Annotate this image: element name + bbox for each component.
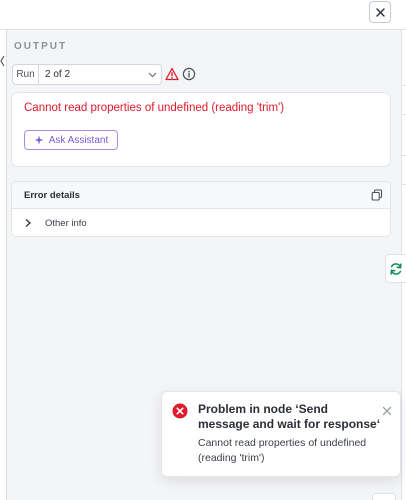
left-panel-edge	[0, 30, 7, 500]
chevron-right-icon	[25, 219, 31, 227]
error-details-title: Error details	[24, 190, 80, 201]
copy-icon[interactable]	[371, 189, 383, 201]
warning-icon	[165, 67, 179, 81]
info-icon[interactable]	[182, 67, 196, 81]
output-section-title: OUTPUT	[14, 41, 68, 52]
error-details-header: Error details	[12, 182, 390, 209]
run-selector[interactable]: Run 2 of 2	[12, 64, 162, 85]
bottom-right-control[interactable]	[372, 493, 396, 500]
refresh-button[interactable]	[385, 254, 406, 283]
error-details-row-other-info[interactable]: Other info	[12, 209, 390, 236]
refresh-icon	[390, 262, 402, 275]
chevron-down-icon	[143, 65, 161, 84]
run-value: 2 of 2	[45, 69, 71, 80]
error-toast: Problem in node ‘Send message and wait f…	[161, 391, 401, 477]
run-label: Run	[13, 65, 39, 84]
error-circle-icon	[172, 403, 188, 419]
ask-assistant-label: Ask Assistant	[48, 134, 109, 146]
error-card: Cannot read properties of undefined (rea…	[11, 92, 391, 167]
error-details-panel: Error details Other info	[11, 181, 391, 237]
toast-title: Problem in node ‘Send message and wait f…	[198, 402, 381, 431]
top-bar	[0, 0, 406, 30]
close-icon[interactable]	[382, 406, 392, 416]
sparkle-icon	[34, 135, 44, 145]
close-icon	[375, 7, 385, 17]
close-button[interactable]	[369, 1, 391, 23]
error-details-row-label: Other info	[45, 218, 87, 229]
resize-handle-icon[interactable]	[0, 55, 5, 67]
toast-message: Cannot read properties of undefined (rea…	[198, 437, 367, 464]
ask-assistant-button[interactable]: Ask Assistant	[24, 130, 118, 150]
error-message: Cannot read properties of undefined (rea…	[24, 102, 285, 114]
